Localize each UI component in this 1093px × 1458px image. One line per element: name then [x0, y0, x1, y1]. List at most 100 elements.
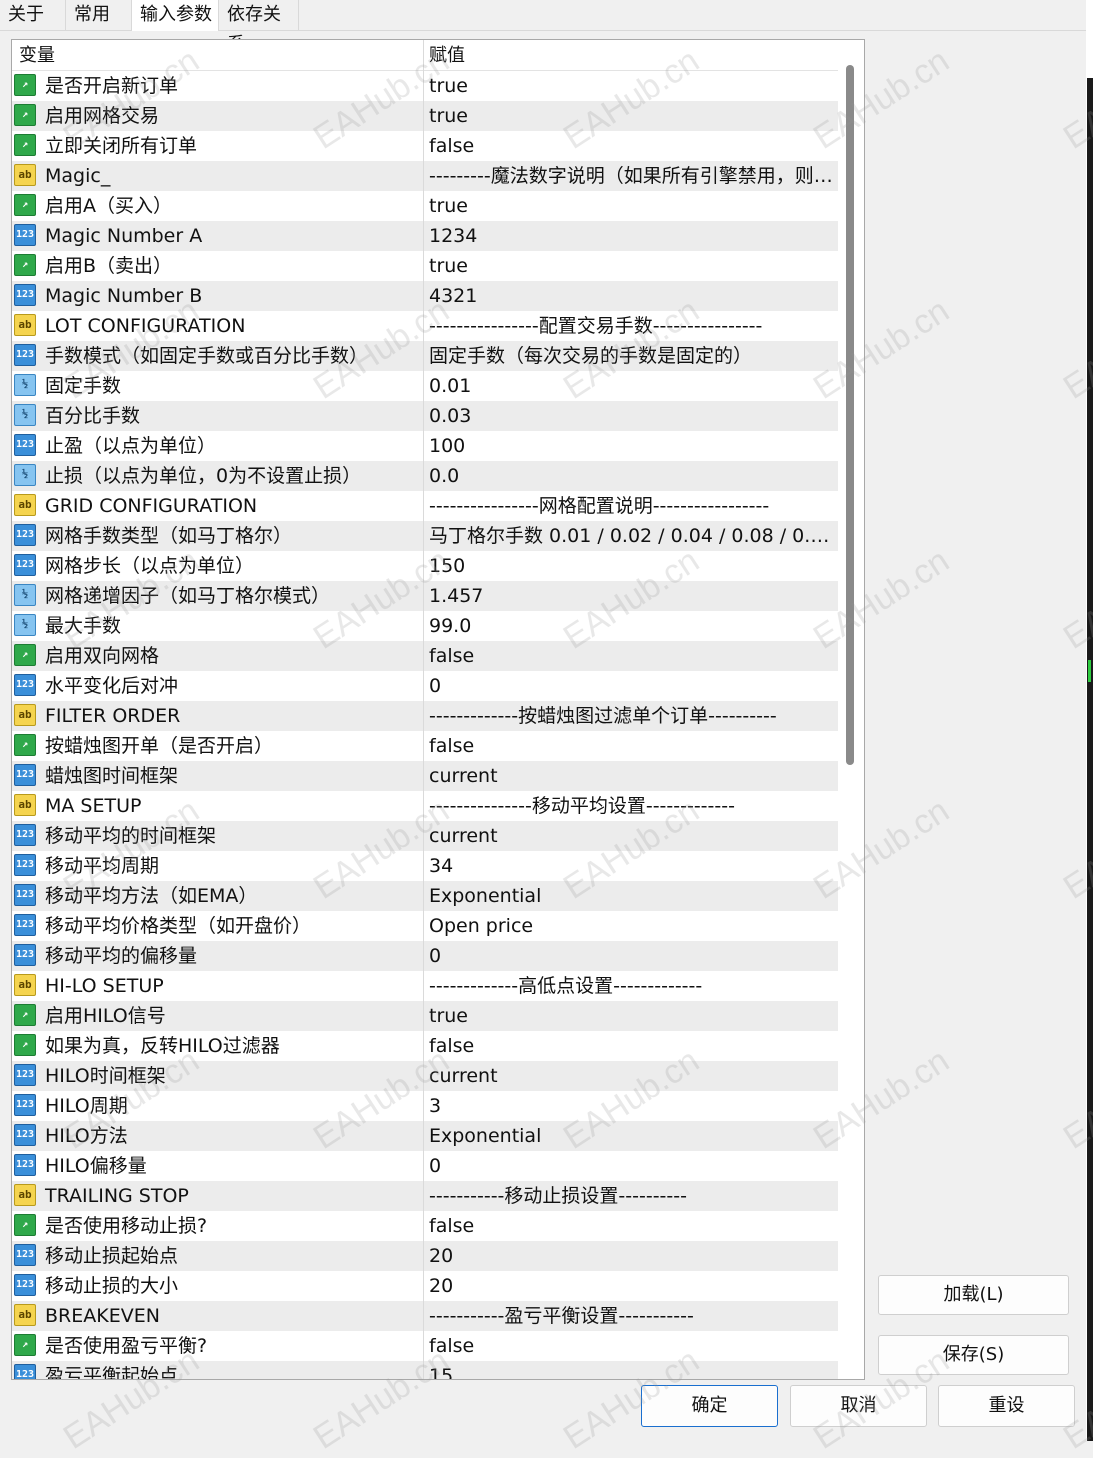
parameter-row[interactable]: ab GRID CONFIGURATION ----------------网格配置…: [12, 491, 838, 521]
parameter-row[interactable]: 123 水平变化后对冲 0: [12, 671, 838, 701]
parameter-value[interactable]: -------------按蜡烛图过滤单个订单----------: [429, 701, 834, 731]
parameter-value[interactable]: current: [429, 821, 834, 851]
parameter-row[interactable]: 123 HILO偏移量 0: [12, 1151, 838, 1181]
parameter-row[interactable]: ab HI-LO SETUP -------------高低点设置---------…: [12, 971, 838, 1001]
parameter-value[interactable]: false: [429, 731, 834, 761]
reset-button[interactable]: 重设: [938, 1385, 1075, 1427]
parameter-value[interactable]: -------------高低点设置-------------: [429, 971, 834, 1001]
parameter-row[interactable]: ab Magic_ ---------魔法数字说明（如果所有引擎禁用，则运...: [12, 161, 838, 191]
tab-inputs[interactable]: 输入参数: [131, 0, 219, 31]
parameter-value[interactable]: 1234: [429, 221, 834, 251]
parameter-row[interactable]: 123 手数模式（如固定手数或百分比手数） 固定手数（每次交易的手数是固定的）: [12, 341, 838, 371]
parameter-row[interactable]: ↗ 是否开启新订单 true: [12, 71, 838, 101]
parameter-value[interactable]: 0.0: [429, 461, 834, 491]
parameter-value[interactable]: true: [429, 101, 834, 131]
parameter-row[interactable]: 123 Magic Number A 1234: [12, 221, 838, 251]
save-button[interactable]: 保存(S): [878, 1335, 1069, 1375]
parameter-row[interactable]: ½ 最大手数 99.0: [12, 611, 838, 641]
parameter-value[interactable]: current: [429, 1061, 834, 1091]
parameter-row[interactable]: ½ 止损（以点为单位，0为不设置止损） 0.0: [12, 461, 838, 491]
parameter-row[interactable]: 123 网格步长（以点为单位） 150: [12, 551, 838, 581]
parameter-value[interactable]: Exponential: [429, 1121, 834, 1151]
parameter-row[interactable]: ↗ 是否使用移动止损? false: [12, 1211, 838, 1241]
parameter-value[interactable]: true: [429, 71, 834, 101]
parameter-row[interactable]: 123 移动止损起始点 20: [12, 1241, 838, 1271]
parameter-value[interactable]: ----------------网格配置说明-----------------: [429, 491, 834, 521]
parameter-row[interactable]: 123 移动平均的时间框架 current: [12, 821, 838, 851]
parameter-row[interactable]: ↗ 是否使用盈亏平衡? false: [12, 1331, 838, 1361]
parameter-row[interactable]: 123 蜡烛图时间框架 current: [12, 761, 838, 791]
parameter-value[interactable]: 20: [429, 1241, 834, 1271]
parameter-row[interactable]: ↗ 启用B（卖出） true: [12, 251, 838, 281]
parameter-row[interactable]: ab MA SETUP ---------------移动平均设置---------…: [12, 791, 838, 821]
parameter-row[interactable]: ↗ 如果为真，反转HILO过滤器 false: [12, 1031, 838, 1061]
parameter-value[interactable]: ---------------移动平均设置-------------: [429, 791, 834, 821]
parameter-row[interactable]: ½ 百分比手数 0.03: [12, 401, 838, 431]
parameter-value[interactable]: ---------魔法数字说明（如果所有引擎禁用，则运...: [429, 161, 834, 191]
parameter-value[interactable]: 0.01: [429, 371, 834, 401]
parameter-value[interactable]: 100: [429, 431, 834, 461]
parameter-value[interactable]: 99.0: [429, 611, 834, 641]
parameter-value[interactable]: 15: [429, 1361, 834, 1379]
parameter-value[interactable]: 0: [429, 671, 834, 701]
parameter-value[interactable]: 150: [429, 551, 834, 581]
load-button[interactable]: 加载(L): [878, 1275, 1069, 1315]
parameter-row[interactable]: 123 HILO时间框架 current: [12, 1061, 838, 1091]
parameter-value[interactable]: Open price: [429, 911, 834, 941]
parameter-value[interactable]: 34: [429, 851, 834, 881]
parameter-value[interactable]: false: [429, 1031, 834, 1061]
parameter-value[interactable]: ----------------配置交易手数----------------: [429, 311, 834, 341]
parameter-row[interactable]: ↗ 启用双向网格 false: [12, 641, 838, 671]
parameter-value[interactable]: false: [429, 131, 834, 161]
cancel-button[interactable]: 取消: [790, 1385, 927, 1427]
parameter-row[interactable]: 123 移动止损的大小 20: [12, 1271, 838, 1301]
column-divider[interactable]: [423, 40, 424, 1379]
parameter-value[interactable]: 1.457: [429, 581, 834, 611]
parameter-value[interactable]: -----------盈亏平衡设置-----------: [429, 1301, 834, 1331]
parameter-value[interactable]: Exponential: [429, 881, 834, 911]
parameter-row[interactable]: ↗ 启用网格交易 true: [12, 101, 838, 131]
parameter-row[interactable]: 123 移动平均方法（如EMA） Exponential: [12, 881, 838, 911]
ok-button[interactable]: 确定: [641, 1385, 778, 1427]
parameter-value[interactable]: 20: [429, 1271, 834, 1301]
parameter-value[interactable]: 0: [429, 941, 834, 971]
parameter-row[interactable]: ↗ 按蜡烛图开单（是否开启） false: [12, 731, 838, 761]
tab-dependencies[interactable]: 依存关系: [219, 0, 299, 55]
parameter-row[interactable]: 123 移动平均价格类型（如开盘价） Open price: [12, 911, 838, 941]
parameter-value[interactable]: 3: [429, 1091, 834, 1121]
parameters-grid[interactable]: 变量 赋值 ↗ 是否开启新订单 true ↗ 启用网格交易 true ↗ 立即关闭所有订单 fa…: [11, 39, 865, 1380]
header-value[interactable]: 赋值: [429, 40, 465, 70]
parameter-value[interactable]: 马丁格尔手数 0.01 / 0.02 / 0.04 / 0.08 / 0.16 …: [429, 521, 834, 551]
parameter-row[interactable]: ab LOT CONFIGURATION ----------------配置交易手…: [12, 311, 838, 341]
parameter-row[interactable]: ab FILTER ORDER -------------按蜡烛图过滤单个订单---…: [12, 701, 838, 731]
parameter-value[interactable]: false: [429, 1331, 834, 1361]
parameter-row[interactable]: ↗ 立即关闭所有订单 false: [12, 131, 838, 161]
parameter-row[interactable]: 123 HILO方法 Exponential: [12, 1121, 838, 1151]
parameter-row[interactable]: ½ 固定手数 0.01: [12, 371, 838, 401]
parameter-value[interactable]: true: [429, 251, 834, 281]
parameter-row[interactable]: ab BREAKEVEN -----------盈亏平衡设置-----------: [12, 1301, 838, 1331]
tab-about[interactable]: 关于: [0, 0, 66, 30]
parameter-value[interactable]: false: [429, 641, 834, 671]
tab-common[interactable]: 常用: [66, 0, 132, 30]
parameter-row[interactable]: 123 移动平均的偏移量 0: [12, 941, 838, 971]
parameter-row[interactable]: 123 Magic Number B 4321: [12, 281, 838, 311]
parameter-row[interactable]: ↗ 启用HILO信号 true: [12, 1001, 838, 1031]
parameter-row[interactable]: 123 盈亏平衡起始点 15: [12, 1361, 838, 1379]
parameter-value[interactable]: 0: [429, 1151, 834, 1181]
parameter-value[interactable]: 0.03: [429, 401, 834, 431]
parameter-row[interactable]: ab TRAILING STOP -----------移动止损设置--------…: [12, 1181, 838, 1211]
parameter-row[interactable]: ↗ 启用A（买入） true: [12, 191, 838, 221]
parameter-row[interactable]: 123 止盈（以点为单位） 100: [12, 431, 838, 461]
parameter-row[interactable]: 123 HILO周期 3: [12, 1091, 838, 1121]
parameter-row[interactable]: ½ 网格递增因子（如马丁格尔模式） 1.457: [12, 581, 838, 611]
parameter-row[interactable]: 123 网格手数类型（如马丁格尔） 马丁格尔手数 0.01 / 0.02 / 0.0…: [12, 521, 838, 551]
parameter-row[interactable]: 123 移动平均周期 34: [12, 851, 838, 881]
parameter-value[interactable]: false: [429, 1211, 834, 1241]
parameter-value[interactable]: 4321: [429, 281, 834, 311]
parameter-value[interactable]: -----------移动止损设置----------: [429, 1181, 834, 1211]
header-variable[interactable]: 变量: [19, 40, 55, 70]
parameter-value[interactable]: true: [429, 191, 834, 221]
parameter-value[interactable]: true: [429, 1001, 834, 1031]
vertical-scrollbar-thumb[interactable]: [846, 65, 854, 765]
